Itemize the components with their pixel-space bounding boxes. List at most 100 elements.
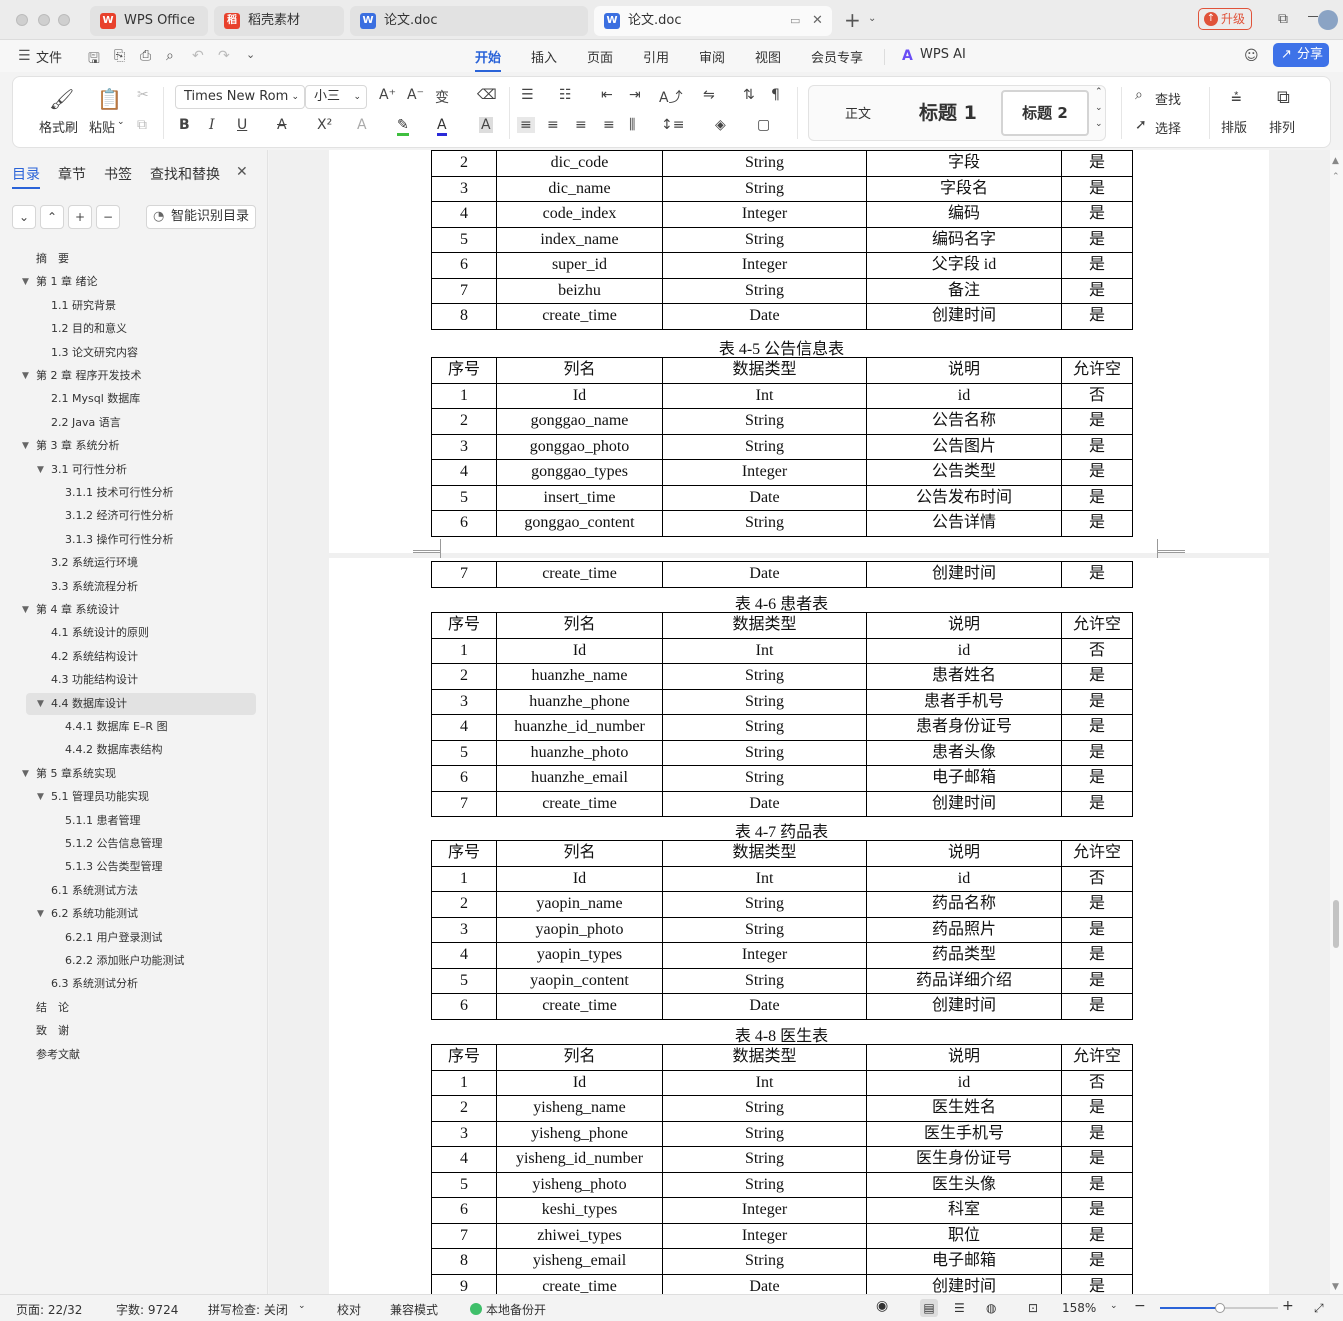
tab-toc[interactable]: 目录 xyxy=(12,164,40,189)
wrap-icon[interactable]: ⇋ xyxy=(703,87,715,103)
toc-item[interactable]: 摘 要 xyxy=(36,248,69,270)
table-cell[interactable]: Id xyxy=(496,382,663,409)
fit-page-icon[interactable]: ⊡ xyxy=(1028,1301,1038,1315)
chevron-down-icon[interactable]: ⌄ xyxy=(1110,1301,1118,1311)
fullscreen-icon[interactable]: ⤢ xyxy=(1314,1301,1324,1316)
table-cell[interactable]: 是 xyxy=(1061,891,1133,918)
close-pane-icon[interactable]: ✕ xyxy=(236,164,248,180)
table-cell[interactable]: dic_code xyxy=(496,150,663,177)
table-cell[interactable]: yisheng_id_number xyxy=(496,1146,663,1173)
table-cell[interactable]: Integer xyxy=(662,201,867,228)
table-cell[interactable]: 5 xyxy=(431,1171,497,1198)
table-cell[interactable]: gonggao_photo xyxy=(496,433,663,460)
toc-item[interactable]: ▼ 第 3 章 系统分析 xyxy=(22,435,120,457)
toc-item[interactable]: 2.1 Mysql 数据库 xyxy=(51,388,140,410)
table-cell[interactable]: 说明 xyxy=(866,357,1062,384)
strikethrough-icon[interactable]: A xyxy=(277,117,287,133)
table-cell[interactable]: id xyxy=(866,865,1062,892)
toc-item[interactable]: ▼ 第 5 章系统实现 xyxy=(22,763,116,785)
table-cell[interactable]: 5 xyxy=(431,967,497,994)
table-cell[interactable]: create_time xyxy=(496,993,663,1020)
char-shading-icon[interactable]: A xyxy=(479,117,493,133)
style-heading-1[interactable]: 标题 1 xyxy=(919,98,977,125)
toc-item[interactable]: 5.1.1 患者管理 xyxy=(65,810,141,832)
clear-format-icon[interactable]: ⌫ xyxy=(477,87,497,103)
toc-item[interactable]: 1.1 研究背景 xyxy=(51,295,116,317)
decrease-indent-icon[interactable]: ⇤ xyxy=(601,87,613,103)
table-cell[interactable]: yisheng_name xyxy=(496,1095,663,1122)
comment-icon[interactable]: ☺ xyxy=(1244,48,1259,64)
table-cell[interactable]: 创建时间 xyxy=(866,993,1062,1020)
toc-item[interactable]: 2.2 Java 语言 xyxy=(51,412,121,434)
table-cell[interactable]: 6 xyxy=(431,252,497,279)
toc-item[interactable]: 6.2.1 用户登录测试 xyxy=(65,927,163,949)
table-cell[interactable]: 是 xyxy=(1061,1146,1133,1173)
smart-toc-button[interactable]: ◔ 智能识别目录 xyxy=(146,205,256,229)
table-cell[interactable]: 4 xyxy=(431,459,497,486)
table-cell[interactable]: 是 xyxy=(1061,226,1133,253)
table-cell[interactable]: 1 xyxy=(431,637,497,664)
table-cell[interactable]: String xyxy=(662,150,867,177)
table-cell[interactable]: 编码 xyxy=(866,201,1062,228)
tab-home[interactable]: 开始 xyxy=(475,47,502,72)
table-cell[interactable]: String xyxy=(662,739,867,766)
menu-icon[interactable]: ☰ xyxy=(18,48,31,64)
table-cell[interactable]: Date xyxy=(662,303,867,330)
table-cell[interactable]: 否 xyxy=(1061,382,1133,409)
arrange-button[interactable]: 排列 xyxy=(1269,117,1295,136)
table-cell[interactable]: 允许空 xyxy=(1061,840,1133,867)
tab-sections[interactable]: 章节 xyxy=(58,164,86,184)
table-cell[interactable]: 1 xyxy=(431,865,497,892)
toc-item[interactable]: 1.2 目的和意义 xyxy=(51,318,127,340)
tab-docer[interactable]: 稻 稻壳素材 xyxy=(214,6,344,36)
table-cell[interactable]: 是 xyxy=(1061,1248,1133,1275)
tab-wps-ai[interactable]: WPS AI xyxy=(920,47,966,62)
remove-heading-icon[interactable]: − xyxy=(96,205,120,229)
table-cell[interactable]: 列名 xyxy=(496,357,663,384)
user-avatar[interactable] xyxy=(1318,10,1338,30)
table-cell[interactable]: 数据类型 xyxy=(662,357,867,384)
table-cell[interactable]: create_time xyxy=(496,303,663,330)
toc-item[interactable]: 3.1.2 经济可行性分析 xyxy=(65,505,174,527)
share-button[interactable]: ↗ 分享 xyxy=(1273,43,1329,67)
table-cell[interactable]: String xyxy=(662,277,867,304)
zoom-level[interactable]: 158% xyxy=(1062,1301,1096,1315)
font-size-select[interactable]: 小三 ⌄ xyxy=(305,85,367,109)
spell-check-toggle[interactable]: 拼写检查: 关闭 xyxy=(208,1301,288,1318)
toc-item[interactable]: 5.1.2 公告信息管理 xyxy=(65,833,163,855)
table-cell[interactable]: 数据类型 xyxy=(662,1044,867,1071)
quick-access-chevron-icon[interactable]: ⌄ xyxy=(246,48,255,61)
table-cell[interactable]: Id xyxy=(496,1069,663,1096)
table-cell[interactable]: gonggao_name xyxy=(496,408,663,435)
table-cell[interactable]: zhiwei_types xyxy=(496,1222,663,1249)
table-cell[interactable]: 6 xyxy=(431,993,497,1020)
table-cell[interactable]: yisheng_photo xyxy=(496,1171,663,1198)
scrollbar-thumb[interactable] xyxy=(1333,900,1339,948)
typeset-button[interactable]: 排版 xyxy=(1221,117,1247,136)
toc-item[interactable]: 5.1.3 公告类型管理 xyxy=(65,856,163,878)
table-cell[interactable]: yaopin_name xyxy=(496,891,663,918)
distributed-icon[interactable]: ⫼ xyxy=(629,117,635,133)
table-cell[interactable]: 5 xyxy=(431,739,497,766)
table-cell[interactable]: yisheng_email xyxy=(496,1248,663,1275)
table-cell[interactable]: 2 xyxy=(431,891,497,918)
table-cell[interactable]: 否 xyxy=(1061,637,1133,664)
table-cell[interactable]: String xyxy=(662,175,867,202)
table-cell[interactable]: Int xyxy=(662,637,867,664)
table-cell[interactable]: 是 xyxy=(1061,739,1133,766)
table-cell[interactable]: beizhu xyxy=(496,277,663,304)
table-cell[interactable]: Integer xyxy=(662,252,867,279)
toc-item[interactable]: 6.1 系统测试方法 xyxy=(51,880,138,902)
expand-caret-icon[interactable]: ▼ xyxy=(37,459,44,481)
table-cell[interactable]: 是 xyxy=(1061,277,1133,304)
toc-item[interactable]: 6.3 系统测试分析 xyxy=(51,973,138,995)
tab-document-2[interactable]: W 论文.doc ▭ ✕ xyxy=(594,6,832,36)
line-spacing-icon[interactable]: ↕≡ xyxy=(661,117,684,133)
toc-item[interactable]: ▼ 第 2 章 程序开发技术 xyxy=(22,365,142,387)
table-cell[interactable]: gonggao_content xyxy=(496,510,663,537)
toc-item[interactable]: 3.1.3 操作可行性分析 xyxy=(65,529,174,551)
table-cell[interactable]: huanzhe_name xyxy=(496,663,663,690)
text-effect-icon[interactable]: A xyxy=(357,117,367,133)
table-cell[interactable]: 6 xyxy=(431,1197,497,1224)
tab-insert[interactable]: 插入 xyxy=(531,47,557,66)
